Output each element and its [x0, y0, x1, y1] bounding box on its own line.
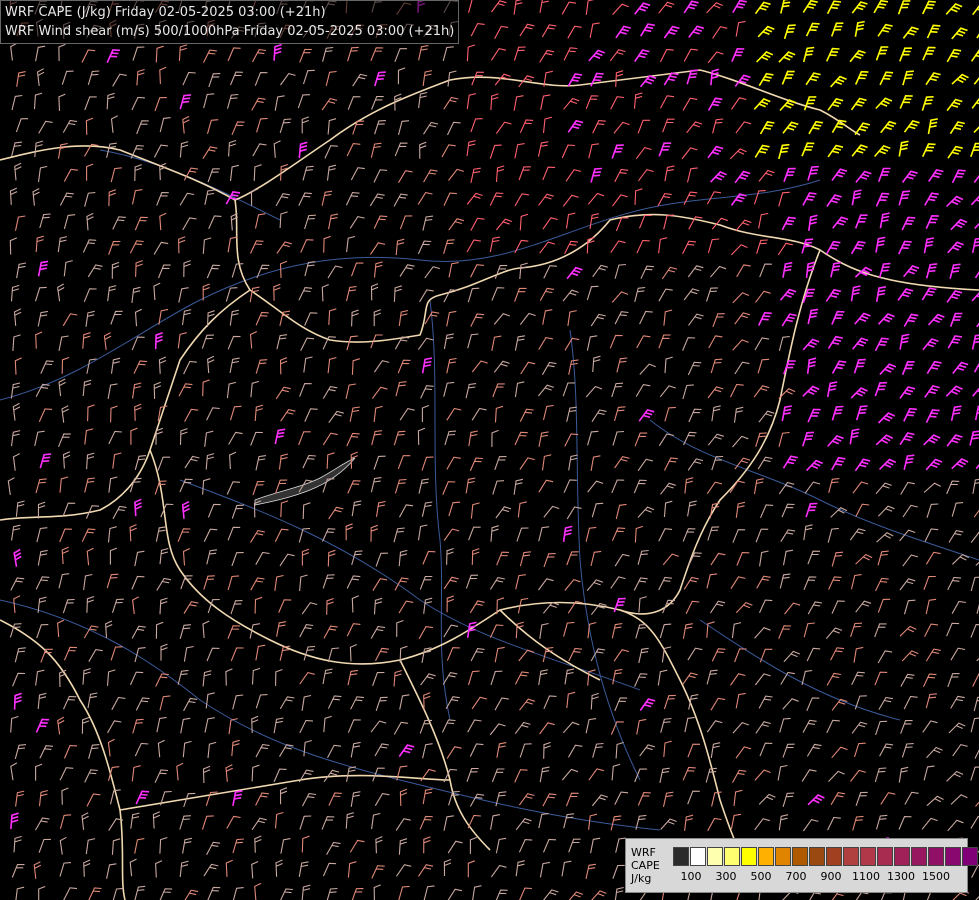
legend-swatch	[724, 847, 740, 866]
legend-swatch	[860, 847, 876, 866]
legend-tick-label: 1500	[922, 870, 950, 883]
legend-swatch	[911, 847, 927, 866]
map-title-box: WRF CAPE (J/kg) Friday 02-05-2025 03:00 …	[0, 0, 460, 44]
legend-swatch	[758, 847, 774, 866]
legend-swatch	[673, 847, 689, 866]
legend-field-label: CAPE	[631, 859, 660, 872]
legend-swatch	[894, 847, 910, 866]
legend-label: WRF CAPE J/kg	[631, 846, 671, 885]
legend-swatch	[877, 847, 893, 866]
legend-swatch	[792, 847, 808, 866]
legend-swatch	[741, 847, 757, 866]
legend-tick-label: 1300	[887, 870, 915, 883]
legend-swatch	[962, 847, 978, 866]
legend-tick-label: 500	[750, 870, 772, 883]
legend-swatch	[826, 847, 842, 866]
legend-swatch	[775, 847, 791, 866]
legend-tick-label: 1100	[852, 870, 880, 883]
legend-swatch	[707, 847, 723, 866]
map-background	[0, 0, 979, 900]
legend-swatch	[945, 847, 961, 866]
legend-tick-label: 300	[715, 870, 737, 883]
legend-swatch	[690, 847, 706, 866]
legend-tick-labels: 100 300 500 700 900 1100 1300 1500	[673, 870, 963, 884]
cape-legend: WRF CAPE J/kg 100 300 500 700 900 1100 1300 150…	[625, 838, 978, 893]
legend-swatch	[809, 847, 825, 866]
legend-color-scale	[673, 847, 979, 866]
legend-model-label: WRF	[631, 846, 656, 859]
legend-swatch	[843, 847, 859, 866]
weather-map	[0, 0, 979, 900]
wind-shear-title: WRF Wind shear (m/s) 500/1000hPa Friday …	[5, 24, 455, 39]
legend-unit-label: J/kg	[631, 872, 652, 885]
legend-tick-label: 700	[785, 870, 807, 883]
legend-swatch	[928, 847, 944, 866]
legend-tick-label: 900	[820, 870, 842, 883]
legend-tick-label: 100	[680, 870, 702, 883]
cape-title: WRF CAPE (J/kg) Friday 02-05-2025 03:00 …	[5, 5, 326, 20]
